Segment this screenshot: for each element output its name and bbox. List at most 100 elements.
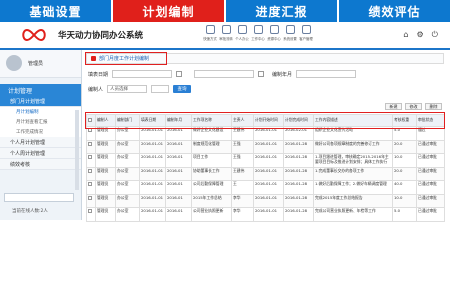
col-header[interactable]: 编制部门 [115, 114, 140, 127]
toolbar-label: 客户管理 [299, 37, 313, 41]
row-checkbox-cell[interactable] [86, 139, 96, 154]
table-row[interactable]: 管理员 办公室 2016-01-01 2016-01 协助董事长工作 王建伟 2016-01… [86, 166, 445, 181]
table-row[interactable]: 管理员 办公室 2016-01-01 2016-01 公司营业执照更新 李华 2016-01… [86, 207, 445, 222]
nav-plan-management[interactable]: 计划管理 [0, 84, 81, 96]
table-body: 管理员 办公室 2016-01-01 2016-01 做好企业文化建设 王建伟 2016-0… [86, 126, 445, 222]
fill-date-label: 填表日期 [88, 71, 109, 78]
row-checkbox-cell[interactable] [86, 153, 96, 168]
work-icon[interactable]: 工作中心 [251, 25, 265, 41]
person-icon[interactable]: 个人办公 [235, 25, 249, 41]
row-checkbox[interactable] [88, 209, 92, 213]
power-icon[interactable]: ⏻ [432, 30, 438, 40]
row-checkbox[interactable] [88, 168, 92, 173]
gear-icon[interactable]: ⚙ [417, 30, 424, 40]
col-header[interactable]: 填表日期 [139, 114, 166, 127]
table-row[interactable]: 管理员 办公室 2016-01-01 2016-01 项目工作 王强 2016-01-01 2… [86, 153, 445, 168]
table-cell: 已通过审批 [416, 153, 445, 168]
home-icon[interactable]: ⌂ [403, 30, 408, 40]
person-extra-input[interactable] [151, 85, 170, 93]
col-header[interactable]: 主责人 [231, 114, 254, 127]
table-cell: 2016-01-28 [283, 207, 314, 222]
col-checkbox[interactable] [86, 114, 96, 127]
col-header[interactable]: 计划开始时间 [253, 114, 284, 127]
header-toolbar: 快速方式 审批流转 个人办公 工作中心 资源中心 系统设置 客户管理 [203, 25, 313, 41]
table-row[interactable]: 管理员 办公室 2016-01-01 2016-01 制度规范化管理 王强 2016-01-… [86, 139, 445, 154]
table-cell: 已通过审批 [416, 193, 445, 208]
table-cell: 办公室 [115, 139, 140, 154]
delete-button[interactable]: 删除 [425, 103, 442, 110]
col-header[interactable]: 审批状态 [416, 114, 445, 127]
calendar-icon[interactable] [258, 71, 265, 77]
nav-group-personal-monthly[interactable]: 个人月计划管理 [0, 137, 81, 148]
table-row[interactable]: 管理员 办公室 2016-01-01 2016-01 2015年工作总结 李华 2016-0… [86, 193, 445, 208]
resource-icon[interactable]: 资源中心 [267, 25, 281, 41]
table-cell: 办公室 [115, 153, 140, 168]
table-cell: 办公室 [115, 126, 140, 141]
col-header[interactable]: 编制年月 [165, 114, 192, 127]
table-cell: 做好公司各项规章制度的完善修订工作 [313, 139, 393, 154]
tab-plan-compile[interactable]: 计划编制 [113, 0, 224, 22]
table-row[interactable]: 管理员 办公室 2016-01-01 2016-01 公司后勤保障管理王 2016-01-… [86, 180, 445, 195]
nav-item-monthly-view[interactable]: 月计划查看汇报 [0, 117, 81, 127]
avatar [6, 55, 22, 71]
row-checkbox-cell[interactable] [86, 207, 96, 222]
query-button[interactable]: 查询 [173, 85, 192, 93]
table-row[interactable]: 管理员 办公室 2016-01-01 2016-01 做好企业文化建设 王建伟 2016-0… [86, 126, 445, 141]
col-header[interactable]: 编制人 [95, 114, 116, 127]
person-select[interactable]: 人员选择 [107, 85, 148, 93]
tab-performance-eval[interactable]: 绩效评估 [339, 0, 450, 22]
new-button[interactable]: 新建 [385, 103, 402, 110]
col-header[interactable]: 考核权重 [392, 114, 417, 127]
shortcut-icon[interactable]: 快速方式 [203, 25, 217, 41]
calendar-icon[interactable] [176, 71, 183, 77]
toolbar-label: 工作中心 [251, 37, 265, 41]
table-cell: 1.完成董事长交办的各项工作 [313, 166, 393, 181]
row-checkbox[interactable] [88, 195, 92, 200]
fill-date-end-input[interactable] [194, 70, 255, 78]
approval-icon[interactable]: 审批流转 [219, 25, 233, 41]
page-icon [91, 56, 96, 61]
row-checkbox[interactable] [88, 141, 92, 146]
compile-month-input[interactable] [296, 70, 357, 78]
col-header[interactable]: 工作项名称 [191, 114, 232, 127]
table-cell: 王建伟 [231, 166, 254, 181]
filter-row-person: 编制人 人员选择 查询 [88, 85, 192, 93]
breadcrumb: 部门月度工作计划编制 [86, 53, 444, 64]
table-cell: 2015年工作总结 [191, 193, 232, 208]
nav-item-monthly-compile[interactable]: 月计划编制 [0, 107, 81, 117]
sidebar-search-input[interactable] [4, 193, 74, 202]
row-checkbox[interactable] [88, 128, 92, 132]
table-cell: 2016-01 [165, 153, 192, 168]
table-cell: 2016-01-01 [253, 139, 284, 154]
nav-item-work-status[interactable]: 工作完成情况 [0, 127, 81, 137]
fill-date-start-input[interactable] [112, 70, 173, 78]
nav-group-dept-monthly[interactable]: 部门月计划管理 [0, 96, 81, 107]
table-cell: 公司营业执照更新 [191, 207, 232, 222]
table-cell: 2016-01 [165, 139, 192, 154]
table-cell: 2016-01 [165, 126, 192, 141]
col-header[interactable]: 工作内容描述 [313, 114, 393, 127]
table-cell: 组织企业文化宣传活动 [313, 126, 393, 141]
row-checkbox-cell[interactable] [86, 126, 96, 141]
table-cell: 管理员 [95, 153, 116, 168]
customer-icon[interactable]: 客户管理 [299, 25, 313, 41]
sidebar-scrollbar[interactable] [75, 110, 79, 190]
online-count: 当前在线人数:2人 [12, 209, 48, 214]
row-checkbox-cell[interactable] [86, 166, 96, 181]
row-checkbox-cell[interactable] [86, 193, 96, 208]
plan-table: 编制人 编制部门 填表日期 编制年月 工作项名称 主责人 计划开始时间 计划完成… [86, 114, 445, 222]
row-checkbox[interactable] [88, 182, 92, 186]
nav-group-personal-weekly[interactable]: 个人周计划管理 [0, 148, 81, 159]
row-checkbox-cell[interactable] [86, 180, 96, 195]
tab-basic-settings[interactable]: 基础设置 [0, 0, 111, 22]
select-all-checkbox[interactable] [88, 117, 92, 122]
col-header[interactable]: 计划完成时间 [283, 114, 314, 127]
settings-icon[interactable]: 系统设置 [283, 25, 297, 41]
row-checkbox[interactable] [88, 155, 92, 159]
app-title: 华天动力协同办公系统 [58, 31, 144, 41]
edit-button[interactable]: 修改 [405, 103, 422, 110]
nav-group-performance[interactable]: 绩效考核 [0, 159, 81, 170]
table-cell: 已通过审批 [416, 207, 445, 222]
tab-progress-report[interactable]: 进度汇报 [226, 0, 337, 22]
table-cell: 2016-01 [165, 193, 192, 208]
